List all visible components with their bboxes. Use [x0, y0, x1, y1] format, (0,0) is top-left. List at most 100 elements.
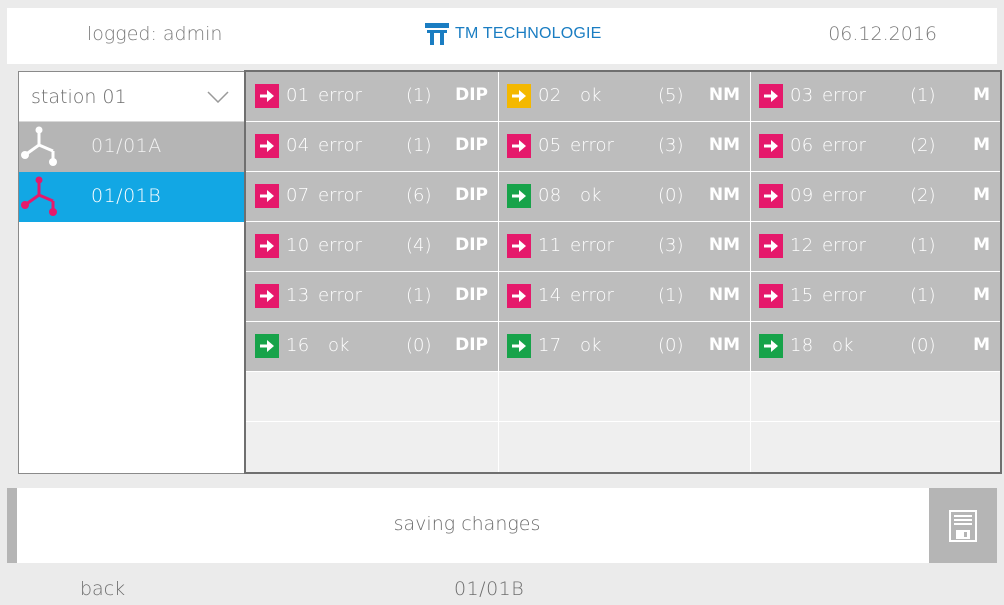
grid-divider — [246, 371, 1000, 372]
grid-divider — [246, 171, 1000, 172]
detector-cell[interactable]: 04 error (1) DIP — [246, 122, 498, 171]
detector-type: NM — [708, 185, 740, 205]
detector-count: (0) — [658, 185, 684, 206]
detector-number: 10 — [286, 235, 310, 256]
grid-divider — [246, 321, 1000, 322]
detector-count: (1) — [910, 85, 936, 106]
detector-type: M — [973, 85, 990, 105]
detector-cell[interactable]: 10 error (4) DIP — [246, 222, 498, 271]
detector-number: 11 — [538, 235, 562, 256]
detector-number: 06 — [790, 135, 814, 156]
detector-status: ok — [580, 335, 602, 356]
detector-cell[interactable]: 05 error (3) NM — [498, 122, 750, 171]
detector-count: (1) — [910, 235, 936, 256]
arrow-right-icon — [507, 334, 531, 358]
station-select[interactable]: station 01 — [19, 72, 245, 122]
detector-status: error — [822, 285, 866, 306]
detector-count: (0) — [406, 335, 432, 356]
arrow-right-icon — [255, 284, 279, 308]
detector-type: DIP — [455, 285, 488, 305]
detector-cell[interactable]: 09 error (2) M — [750, 172, 1000, 221]
brand-name: TM TECHNOLOGIE — [455, 25, 602, 42]
detector-status: error — [318, 185, 362, 206]
detector-count: (1) — [658, 285, 684, 306]
detector-type: DIP — [455, 85, 488, 105]
detector-cell[interactable]: 11 error (3) NM — [498, 222, 750, 271]
detector-count: (1) — [406, 285, 432, 306]
detector-count: (4) — [406, 235, 432, 256]
detector-cell[interactable]: 13 error (1) DIP — [246, 272, 498, 321]
branch-node-icon — [21, 176, 57, 216]
selected-station-label: 01/01B — [454, 578, 525, 600]
detector-status: error — [318, 285, 362, 306]
tm-logo-icon — [425, 23, 449, 45]
empty-cell — [246, 372, 498, 421]
detector-status: error — [318, 135, 362, 156]
detector-type: NM — [708, 335, 740, 355]
detector-status: error — [822, 235, 866, 256]
sidebar-item-01-01b[interactable]: 01/01B — [19, 172, 245, 222]
detector-count: (2) — [910, 135, 936, 156]
detector-cell[interactable]: 14 error (1) NM — [498, 272, 750, 321]
detector-number: 02 — [538, 85, 562, 106]
top-bar: logged: admin TM TECHNOLOGIE 06.12.2016 — [7, 8, 997, 64]
detector-status: ok — [580, 185, 602, 206]
detector-cell[interactable]: 18 ok (0) M — [750, 322, 1000, 371]
detector-number: 15 — [790, 285, 814, 306]
detector-count: (6) — [406, 185, 432, 206]
arrow-right-icon — [759, 284, 783, 308]
detector-count: (0) — [658, 335, 684, 356]
detector-status: ok — [580, 85, 602, 106]
detector-cell[interactable]: 16 ok (0) DIP — [246, 322, 498, 371]
detector-count: (5) — [658, 85, 684, 106]
detector-count: (1) — [406, 135, 432, 156]
detector-cell[interactable]: 07 error (6) DIP — [246, 172, 498, 221]
detector-status: error — [318, 85, 362, 106]
brand-logo: TM TECHNOLOGIE — [425, 23, 602, 45]
grid-divider — [246, 221, 1000, 222]
detector-cell[interactable]: 17 ok (0) NM — [498, 322, 750, 371]
detector-type: M — [973, 135, 990, 155]
detector-status: error — [570, 235, 614, 256]
detector-number: 09 — [790, 185, 814, 206]
arrow-right-icon — [759, 84, 783, 108]
detector-cell[interactable]: 12 error (1) M — [750, 222, 1000, 271]
save-status-text: saving changes — [393, 513, 541, 535]
detector-count: (0) — [910, 335, 936, 356]
detector-status: ok — [832, 335, 854, 356]
empty-cell — [498, 422, 750, 471]
detector-status: error — [570, 135, 614, 156]
arrow-right-icon — [759, 134, 783, 158]
grid-divider — [750, 72, 751, 472]
detector-cell[interactable]: 03 error (1) M — [750, 72, 1000, 121]
sidebar-item-label: 01/01B — [91, 185, 162, 207]
detector-number: 18 — [790, 335, 814, 356]
detector-type: NM — [708, 285, 740, 305]
save-button[interactable] — [929, 488, 997, 563]
detector-type: M — [973, 185, 990, 205]
detector-number: 08 — [538, 185, 562, 206]
detector-type: M — [973, 285, 990, 305]
sidebar-item-label: 01/01A — [91, 135, 162, 157]
detector-cell[interactable]: 02 ok (5) NM — [498, 72, 750, 121]
grid-divider — [246, 271, 1000, 272]
detector-cell[interactable]: 08 ok (0) NM — [498, 172, 750, 221]
detector-number: 01 — [286, 85, 310, 106]
detector-type: DIP — [455, 335, 488, 355]
detector-type: M — [973, 335, 990, 355]
current-date: 06.12.2016 — [828, 23, 937, 45]
sidebar-item-01-01a[interactable]: 01/01A — [19, 122, 245, 172]
detector-count: (3) — [658, 235, 684, 256]
detector-status: error — [570, 285, 614, 306]
arrow-right-icon — [759, 234, 783, 258]
detector-type: NM — [708, 135, 740, 155]
detector-number: 03 — [790, 85, 814, 106]
detector-cell[interactable]: 01 error (1) DIP — [246, 72, 498, 121]
detector-cell[interactable]: 15 error (1) M — [750, 272, 1000, 321]
detector-cell[interactable]: 06 error (2) M — [750, 122, 1000, 171]
detector-number: 05 — [538, 135, 562, 156]
back-link[interactable]: back — [80, 578, 125, 600]
grid-divider — [246, 421, 1000, 422]
detector-number: 17 — [538, 335, 562, 356]
empty-cell — [750, 422, 1000, 471]
